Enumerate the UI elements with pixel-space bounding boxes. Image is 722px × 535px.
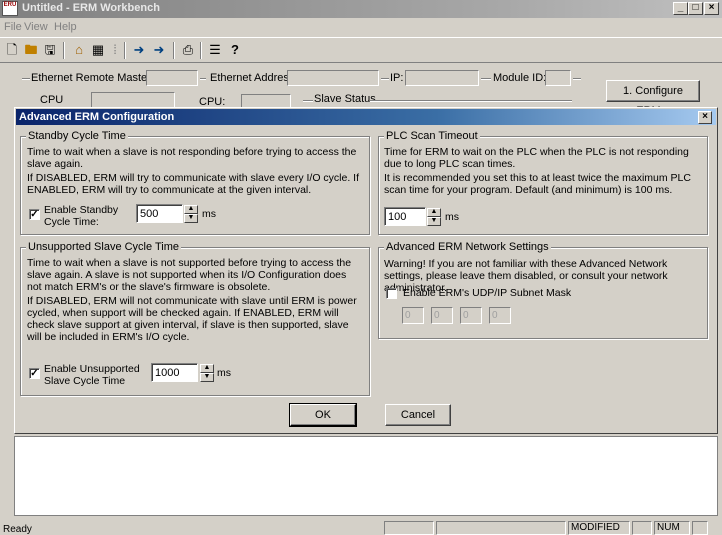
spin-down-icon[interactable]: ▼ bbox=[184, 214, 198, 223]
toolbar: 🗋 🖿 🖫 ⌂ ▦ ⁞ ➜ ➜ ⎙ ☰ ? bbox=[0, 37, 722, 63]
subnet-octet-3: 0 bbox=[460, 307, 482, 324]
unsupported-enable-checkbox[interactable]: ✓ bbox=[29, 368, 40, 379]
window-title: Untitled - ERM Workbench bbox=[22, 2, 160, 14]
spin-down-icon[interactable]: ▼ bbox=[200, 373, 214, 382]
plc-spinner[interactable]: ▲ ▼ bbox=[427, 208, 441, 226]
standby-description: Time to wait when a slave is not respond… bbox=[27, 146, 357, 170]
menu-file[interactable]: File bbox=[4, 21, 22, 33]
modified-indicator: MODIFIED bbox=[568, 521, 630, 535]
document-work-area[interactable] bbox=[14, 436, 718, 516]
advanced-network-settings-group: Advanced ERM Network Settings Warning! I… bbox=[378, 241, 708, 339]
standby-disabled-note: If DISABLED, ERM will try to communicate… bbox=[27, 172, 360, 196]
toolbar-separator bbox=[124, 42, 126, 59]
status-bar: Ready MODIFIED NUM bbox=[0, 520, 722, 535]
configure-erm-button[interactable]: 1. Configure ERM... bbox=[606, 80, 700, 117]
slave-icon[interactable]: ▦ bbox=[89, 41, 107, 59]
menu-view[interactable]: View bbox=[24, 21, 48, 33]
standby-unit: ms bbox=[202, 208, 216, 220]
io-icon[interactable]: ⁞ bbox=[106, 41, 124, 59]
maximize-button[interactable]: □ bbox=[688, 2, 703, 15]
subnet-octet-4: 0 bbox=[489, 307, 511, 324]
status-panel-caps bbox=[632, 521, 652, 535]
ip-field[interactable] bbox=[405, 70, 479, 86]
save-icon[interactable]: 🖫 bbox=[41, 41, 59, 59]
standby-checkbox-label-line2: Cycle Time: bbox=[44, 216, 99, 228]
unsupported-description: Time to wait when a slave is not support… bbox=[27, 257, 352, 293]
new-file-icon[interactable]: 🗋 bbox=[3, 41, 21, 59]
toolbar-separator bbox=[173, 42, 175, 59]
cpu-field[interactable] bbox=[91, 92, 175, 108]
export-icon[interactable]: ➜ bbox=[150, 41, 168, 59]
slave-status-label: Slave Status bbox=[314, 93, 376, 105]
unsupported-checkbox-label[interactable]: Enable Unsupported Slave Cycle Time bbox=[44, 363, 140, 387]
menu-help[interactable]: Help bbox=[54, 21, 77, 33]
plc-scan-timeout-group: PLC Scan Timeout Time for ERM to wait on… bbox=[378, 130, 708, 235]
module-id-label: Module ID: bbox=[493, 72, 547, 84]
toolbar-separator bbox=[63, 42, 65, 59]
unsupported-spinner[interactable]: ▲ ▼ bbox=[200, 364, 214, 382]
subnet-mask-field: 0 0 0 0 bbox=[402, 307, 522, 325]
status-panel-1 bbox=[384, 521, 434, 535]
unsupported-group-title: Unsupported Slave Cycle Time bbox=[26, 241, 182, 254]
close-window-button[interactable]: × bbox=[704, 2, 719, 15]
subnet-octet-2: 0 bbox=[431, 307, 453, 324]
unsupported-cycle-input[interactable] bbox=[151, 363, 198, 382]
standby-cycle-input[interactable] bbox=[136, 204, 183, 223]
erm-name-field[interactable] bbox=[146, 70, 198, 86]
module-id-field[interactable] bbox=[545, 70, 571, 86]
plc-group-title: PLC Scan Timeout bbox=[384, 130, 480, 143]
subnet-octet-1: 0 bbox=[402, 307, 424, 324]
help-icon[interactable]: ? bbox=[226, 41, 244, 59]
standby-cycle-time-group: Standby Cycle Time Time to wait when a s… bbox=[20, 130, 370, 235]
ethernet-address-field[interactable] bbox=[287, 70, 379, 86]
subnet-mask-checkbox[interactable] bbox=[386, 288, 397, 299]
open-folder-icon[interactable]: 🖿 bbox=[22, 41, 40, 59]
standby-spinner[interactable]: ▲ ▼ bbox=[184, 205, 198, 223]
print-icon[interactable]: ⎙ bbox=[179, 41, 197, 59]
erm-group-label: Ethernet Remote Master bbox=[31, 72, 151, 84]
cpu-label: CPU bbox=[40, 94, 64, 106]
plc-recommendation: It is recommended you set this to at lea… bbox=[384, 172, 691, 196]
network-group-title: Advanced ERM Network Settings bbox=[384, 241, 551, 254]
subnet-mask-checkbox-label[interactable]: Enable ERM's UDP/IP Subnet Mask bbox=[403, 287, 571, 299]
dialog-close-button[interactable]: × bbox=[698, 111, 712, 124]
unsupported-checkbox-label-line2: Slave Cycle Time bbox=[44, 375, 126, 387]
standby-group-title: Standby Cycle Time bbox=[26, 130, 128, 143]
standby-enable-checkbox[interactable]: ✓ bbox=[29, 209, 40, 220]
ok-button[interactable]: OK bbox=[289, 403, 357, 427]
cancel-button[interactable]: Cancel bbox=[385, 404, 451, 426]
dialog-title: Advanced ERM Configuration bbox=[19, 111, 175, 123]
standby-checkbox-label-line1: Enable Standby bbox=[44, 204, 119, 216]
unsupported-checkbox-label-line1: Enable Unsupported bbox=[44, 363, 140, 375]
status-text: Ready bbox=[3, 524, 32, 535]
unsupported-unit: ms bbox=[217, 367, 231, 379]
unsupported-disabled-note: If DISABLED, ERM will not communicate wi… bbox=[27, 295, 357, 343]
minimize-button[interactable]: _ bbox=[673, 2, 688, 15]
status-panel-scroll bbox=[692, 521, 708, 535]
ethernet-address-label: Ethernet Address: bbox=[210, 72, 298, 84]
plc-description: Time for ERM to wait on the PLC when the… bbox=[384, 146, 689, 170]
status-panel-2 bbox=[436, 521, 566, 535]
spin-up-icon[interactable]: ▲ bbox=[427, 208, 441, 217]
list-icon[interactable]: ☰ bbox=[206, 41, 224, 59]
import-icon[interactable]: ➜ bbox=[130, 41, 148, 59]
spin-down-icon[interactable]: ▼ bbox=[427, 217, 441, 226]
standby-checkbox-label[interactable]: Enable Standby Cycle Time: bbox=[44, 204, 118, 228]
unsupported-slave-cycle-group: Unsupported Slave Cycle Time Time to wai… bbox=[20, 241, 370, 396]
num-indicator: NUM bbox=[654, 521, 690, 535]
dialog-title-bar: Advanced ERM Configuration × bbox=[16, 109, 716, 125]
plc-unit: ms bbox=[445, 211, 459, 223]
spin-up-icon[interactable]: ▲ bbox=[200, 364, 214, 373]
spin-up-icon[interactable]: ▲ bbox=[184, 205, 198, 214]
main-title-bar: ERU Untitled - ERM Workbench _ □ × bbox=[0, 0, 722, 18]
plc-scan-timeout-input[interactable] bbox=[384, 207, 426, 226]
toolbar-separator bbox=[200, 42, 202, 59]
app-icon: ERU bbox=[2, 1, 18, 16]
ip-label: IP: bbox=[390, 72, 404, 84]
advanced-erm-configuration-dialog: Advanced ERM Configuration × Standby Cyc… bbox=[14, 107, 718, 434]
erm-icon[interactable]: ⌂ bbox=[70, 41, 88, 59]
menu-bar: File View Help bbox=[0, 20, 722, 36]
